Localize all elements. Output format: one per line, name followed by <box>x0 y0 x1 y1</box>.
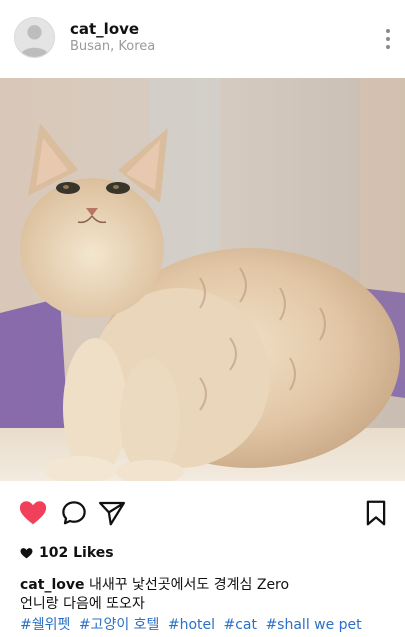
likes-count[interactable]: 102 Likes <box>20 545 114 561</box>
comment-button[interactable] <box>59 498 89 528</box>
post-header: cat_love Busan, Korea <box>0 0 405 78</box>
caption-text-2: 언니랑 다음에 또오자 <box>20 596 145 612</box>
caption-username[interactable]: cat_love <box>20 577 84 593</box>
hashtag[interactable]: #고양이 호텔 <box>79 617 160 633</box>
save-button[interactable] <box>361 498 391 528</box>
post-photo[interactable] <box>0 78 405 481</box>
post-caption: cat_love 내새꾸 낯선곳에서도 경계심 Zero 언니랑 다음에 또오자 <box>20 576 395 614</box>
more-options-button[interactable] <box>378 24 398 54</box>
location[interactable]: Busan, Korea <box>70 39 155 54</box>
comment-bubble-icon <box>62 501 86 525</box>
hashtag-list: #쉘위펫 #고양이 호텔 #hotel #cat #shall we pet <box>20 614 366 634</box>
more-vertical-icon <box>386 29 390 33</box>
small-heart-icon <box>20 548 33 559</box>
hashtag[interactable]: #cat <box>224 617 258 633</box>
cat-photo-image <box>0 78 405 481</box>
bookmark-icon <box>366 500 386 526</box>
hashtag[interactable]: #hotel <box>168 617 215 633</box>
likes-label: 102 Likes <box>39 545 114 561</box>
like-button[interactable] <box>18 498 48 528</box>
avatar[interactable] <box>14 17 55 58</box>
person-avatar-icon <box>15 18 54 57</box>
heart-filled-icon <box>19 501 47 525</box>
hashtag[interactable]: #shall we pet <box>265 617 361 633</box>
caption-line-1: cat_love 내새꾸 낯선곳에서도 경계심 Zero <box>20 576 395 595</box>
caption-text-1: 내새꾸 낯선곳에서도 경계심 Zero <box>88 577 290 593</box>
send-paper-plane-icon <box>99 501 125 526</box>
hashtag[interactable]: #쉘위펫 <box>20 617 70 633</box>
post-actions-bar <box>0 481 405 541</box>
share-button[interactable] <box>97 498 127 528</box>
username[interactable]: cat_love <box>70 20 139 38</box>
